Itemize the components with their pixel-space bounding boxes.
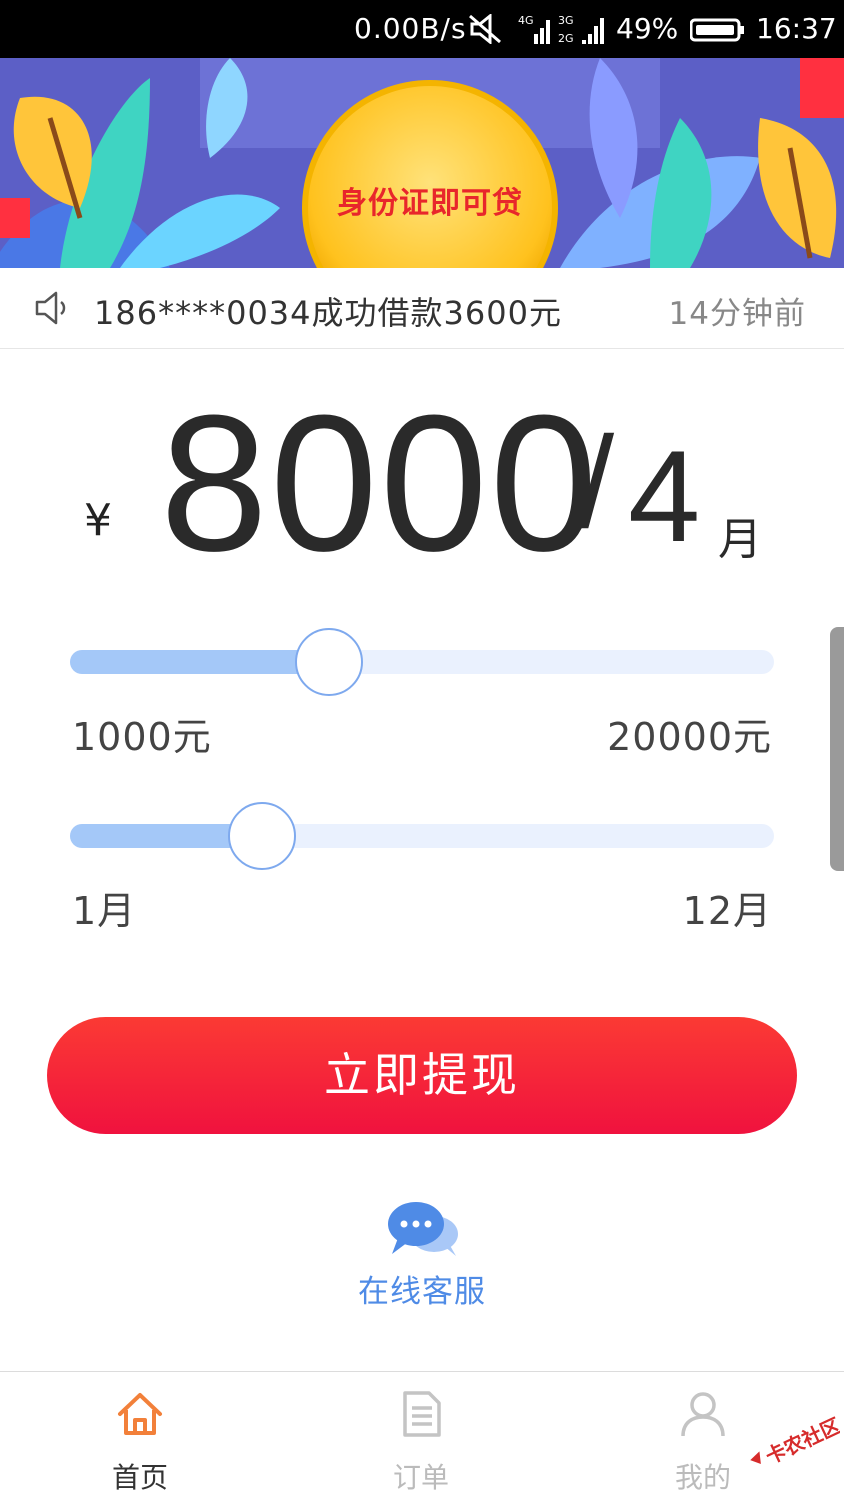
watermark-logo: 卡农社区 [750,1413,840,1469]
amount-slider-fill [70,650,330,674]
term-slider[interactable] [70,802,774,870]
signal-4g-icon: 4G [518,14,550,44]
loan-amount: 8000 [160,375,600,592]
tab-home-label: 首页 [111,1461,168,1494]
month-unit: 月 [718,514,762,565]
mute-icon [469,14,501,44]
amount-min-label: 1000元 [72,715,212,759]
svg-text:4G: 4G [518,14,534,27]
tab-orders[interactable]: 订单 [321,1372,521,1500]
svg-text:2G: 2G [558,32,574,45]
scroll-handle[interactable] [830,627,844,871]
clock: 16:37 [756,12,837,45]
signal-3g-2g-icon: 3G 2G [558,14,604,45]
battery-percent: 49% [616,12,679,45]
notice-time: 14分钟前 [668,296,806,332]
document-icon [403,1391,441,1437]
promo-banner[interactable]: 身份证即可贷 [0,58,844,268]
loan-notice-bar: 186****0034成功借款3600元 14分钟前 [0,268,844,349]
user-icon [681,1392,725,1437]
withdraw-button[interactable]: 立即提现 [47,1017,797,1134]
banner-illustration [0,58,844,268]
term-slider-thumb[interactable] [228,802,296,870]
online-service-link[interactable]: 在线客服 [300,1266,544,1311]
bottom-tab-bar: 首页 订单 我的 [0,1371,844,1500]
banner-text: 身份证即可贷 [337,186,523,221]
tab-home[interactable]: 首页 [40,1372,240,1500]
svg-text:卡农社区: 卡农社区 [762,1413,840,1469]
term-min-label: 1月 [72,889,137,933]
currency-symbol: ¥ [84,495,112,546]
loan-months: 4 [628,423,701,569]
home-icon [118,1393,162,1435]
chat-bubble-icon[interactable] [386,1198,462,1260]
amount-slider-thumb[interactable] [295,628,364,696]
amount-separator: / [578,409,615,555]
amount-max-label: 20000元 [607,715,772,759]
battery-icon [690,18,744,42]
svg-text:3G: 3G [558,14,574,27]
net-speed: 0.00B/s [354,12,467,45]
notice-message: 186****0034成功借款3600元 [94,294,562,332]
speaker-icon [35,291,66,325]
amount-display: ¥ 8000 / 4 月 [0,387,844,581]
term-max-label: 12月 [682,889,772,933]
tab-orders-label: 订单 [392,1461,449,1494]
amount-slider[interactable] [70,628,774,696]
status-bar: 0.00B/s 4G 3G 2G 49% 16:37 [0,0,844,58]
